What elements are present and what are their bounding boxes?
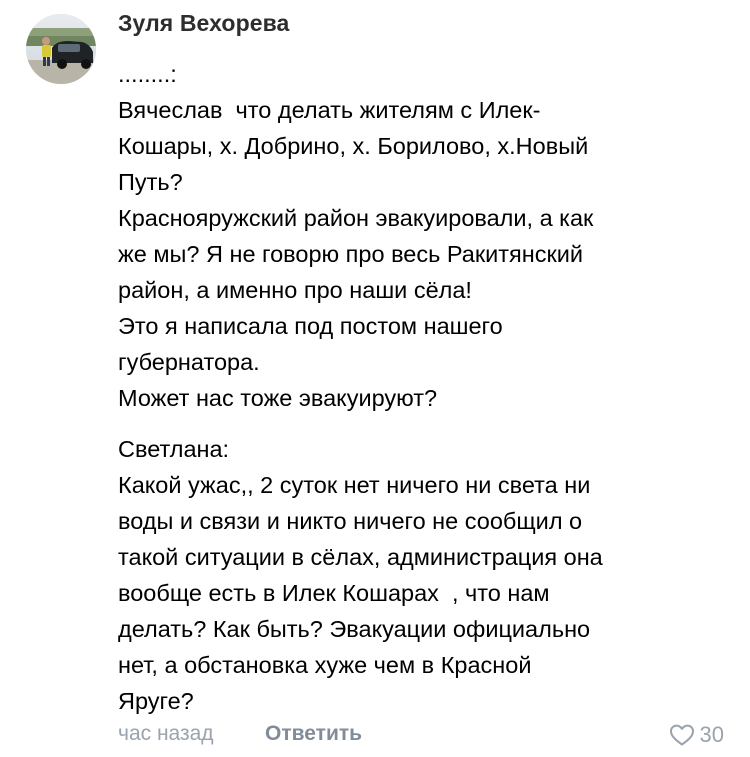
reply-button[interactable]: Ответить [265, 722, 362, 746]
comment-line: Светлана: [118, 436, 230, 462]
comment-line: нет, а обстановка хуже чем в Красной [118, 652, 532, 678]
comment-author[interactable]: Зуля Вехорева [118, 10, 289, 37]
comment-line: Вячеслав что делать жителям с Илек- [118, 97, 541, 123]
comment-line: Может нас тоже эвакуируют? [118, 385, 438, 411]
avatar[interactable] [26, 14, 96, 84]
comment: Зуля Вехорева ........: Вячеслав что дел… [0, 0, 750, 757]
user-avatar-photo-icon [26, 14, 96, 84]
comment-line: Это я написала под постом нашего [118, 313, 503, 339]
comment-line: ........: [118, 61, 177, 87]
comment-line: делать? Как быть? Эвакуации официально [118, 616, 591, 642]
comment-line: Путь? [118, 169, 183, 195]
comment-timestamp[interactable]: час назад [118, 722, 214, 746]
like-count: 30 [699, 722, 724, 747]
like-button[interactable]: 30 [669, 718, 724, 752]
comment-line: же мы? Я не говорю про весь Ракитянский [118, 241, 584, 267]
heart-outline-icon [669, 724, 694, 746]
comment-line: район, а именно про наши сёла! [118, 277, 472, 303]
comment-line: Какой ужас,, 2 суток нет ничего ни света… [118, 472, 591, 498]
comment-line: вообще есть в Илек Кошарах , что нам [118, 580, 550, 606]
comment-footer: час назад Ответить 30 [118, 718, 724, 752]
comment-line: губернатора. [118, 349, 260, 375]
comment-line: Яруге? [118, 688, 194, 714]
comment-line: Кошары, х. Добрино, х. Борилово, х.Новый [118, 133, 589, 159]
comment-line: Краснояружский район эвакуировали, а как [118, 205, 594, 231]
comment-line: воды и связи и никто ничего не сообщил о [118, 508, 583, 534]
comment-line: такой ситуации в сёлах, администрация он… [118, 544, 603, 570]
comment-text: ........: Вячеслав что делать жителям с … [118, 56, 728, 719]
